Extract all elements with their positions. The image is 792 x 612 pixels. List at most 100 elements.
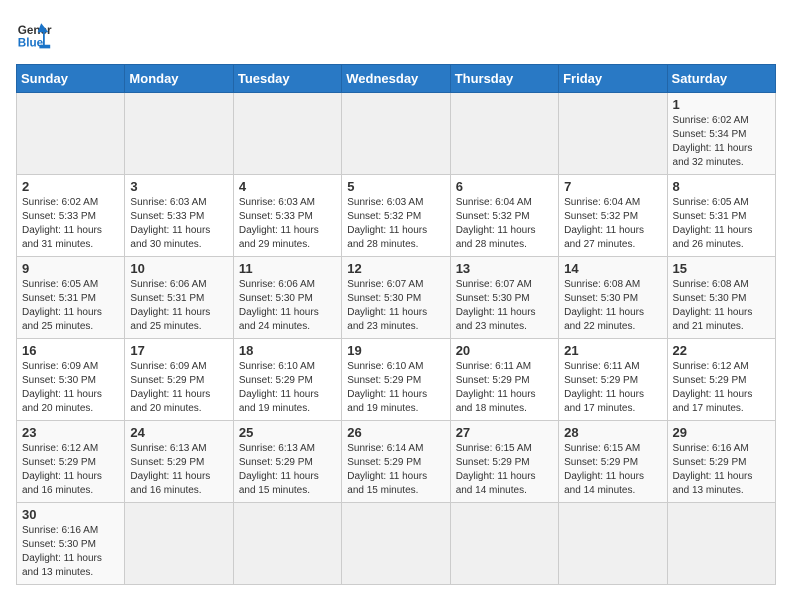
day-info: Sunrise: 6:03 AM Sunset: 5:32 PM Dayligh… [347, 196, 444, 252]
calendar-cell: 14 Sunrise: 6:08 AM Sunset: 5:30 PM Dayli… [559, 257, 667, 339]
weekday-header-sunday: Sunday [17, 65, 125, 93]
day-info: Sunrise: 6:03 AM Sunset: 5:33 PM Dayligh… [130, 196, 227, 252]
day-info: Sunrise: 6:06 AM Sunset: 5:30 PM Dayligh… [239, 278, 336, 334]
day-number: 18 [239, 343, 336, 358]
calendar-cell: 3 Sunrise: 6:03 AM Sunset: 5:33 PM Daylig… [125, 175, 233, 257]
day-info: Sunrise: 6:14 AM Sunset: 5:29 PM Dayligh… [347, 442, 444, 498]
calendar-cell [450, 503, 558, 585]
weekday-header-tuesday: Tuesday [233, 65, 341, 93]
calendar-table: SundayMondayTuesdayWednesdayThursdayFrid… [16, 64, 776, 585]
calendar-cell [667, 503, 775, 585]
day-info: Sunrise: 6:04 AM Sunset: 5:32 PM Dayligh… [456, 196, 553, 252]
calendar-cell [450, 93, 558, 175]
day-number: 29 [673, 425, 770, 440]
day-info: Sunrise: 6:07 AM Sunset: 5:30 PM Dayligh… [456, 278, 553, 334]
day-info: Sunrise: 6:13 AM Sunset: 5:29 PM Dayligh… [130, 442, 227, 498]
day-number: 17 [130, 343, 227, 358]
day-number: 25 [239, 425, 336, 440]
day-info: Sunrise: 6:12 AM Sunset: 5:29 PM Dayligh… [22, 442, 119, 498]
day-number: 12 [347, 261, 444, 276]
day-info: Sunrise: 6:15 AM Sunset: 5:29 PM Dayligh… [456, 442, 553, 498]
calendar-cell [125, 93, 233, 175]
day-number: 15 [673, 261, 770, 276]
weekday-header-friday: Friday [559, 65, 667, 93]
calendar-cell: 25 Sunrise: 6:13 AM Sunset: 5:29 PM Dayli… [233, 421, 341, 503]
day-info: Sunrise: 6:05 AM Sunset: 5:31 PM Dayligh… [22, 278, 119, 334]
day-number: 28 [564, 425, 661, 440]
calendar-cell [233, 93, 341, 175]
day-info: Sunrise: 6:12 AM Sunset: 5:29 PM Dayligh… [673, 360, 770, 416]
calendar-cell: 16 Sunrise: 6:09 AM Sunset: 5:30 PM Dayli… [17, 339, 125, 421]
day-info: Sunrise: 6:08 AM Sunset: 5:30 PM Dayligh… [673, 278, 770, 334]
calendar-week-row: 1 Sunrise: 6:02 AM Sunset: 5:34 PM Daylig… [17, 93, 776, 175]
calendar-week-row: 2 Sunrise: 6:02 AM Sunset: 5:33 PM Daylig… [17, 175, 776, 257]
calendar-cell: 26 Sunrise: 6:14 AM Sunset: 5:29 PM Dayli… [342, 421, 450, 503]
calendar-cell: 24 Sunrise: 6:13 AM Sunset: 5:29 PM Dayli… [125, 421, 233, 503]
day-number: 6 [456, 179, 553, 194]
calendar-cell: 27 Sunrise: 6:15 AM Sunset: 5:29 PM Dayli… [450, 421, 558, 503]
day-info: Sunrise: 6:05 AM Sunset: 5:31 PM Dayligh… [673, 196, 770, 252]
day-number: 10 [130, 261, 227, 276]
calendar-cell: 22 Sunrise: 6:12 AM Sunset: 5:29 PM Dayli… [667, 339, 775, 421]
day-number: 21 [564, 343, 661, 358]
calendar-cell: 28 Sunrise: 6:15 AM Sunset: 5:29 PM Dayli… [559, 421, 667, 503]
calendar-week-row: 30Sunrise: 6:16 AM Sunset: 5:30 PM Dayli… [17, 503, 776, 585]
day-number: 5 [347, 179, 444, 194]
day-number: 20 [456, 343, 553, 358]
day-info: Sunrise: 6:09 AM Sunset: 5:30 PM Dayligh… [22, 360, 119, 416]
day-number: 8 [673, 179, 770, 194]
calendar-cell: 2 Sunrise: 6:02 AM Sunset: 5:33 PM Daylig… [17, 175, 125, 257]
day-info: Sunrise: 6:09 AM Sunset: 5:29 PM Dayligh… [130, 360, 227, 416]
day-info: Sunrise: 6:02 AM Sunset: 5:34 PM Dayligh… [673, 114, 770, 170]
calendar-cell: 8 Sunrise: 6:05 AM Sunset: 5:31 PM Daylig… [667, 175, 775, 257]
day-number: 3 [130, 179, 227, 194]
weekday-header-thursday: Thursday [450, 65, 558, 93]
day-info: Sunrise: 6:10 AM Sunset: 5:29 PM Dayligh… [347, 360, 444, 416]
day-info: Sunrise: 6:10 AM Sunset: 5:29 PM Dayligh… [239, 360, 336, 416]
day-number: 22 [673, 343, 770, 358]
calendar-cell [17, 93, 125, 175]
calendar-cell: 1 Sunrise: 6:02 AM Sunset: 5:34 PM Daylig… [667, 93, 775, 175]
calendar-cell: 15 Sunrise: 6:08 AM Sunset: 5:30 PM Dayli… [667, 257, 775, 339]
day-info: Sunrise: 6:15 AM Sunset: 5:29 PM Dayligh… [564, 442, 661, 498]
day-info: Sunrise: 6:02 AM Sunset: 5:33 PM Dayligh… [22, 196, 119, 252]
calendar-cell [233, 503, 341, 585]
weekday-header-row: SundayMondayTuesdayWednesdayThursdayFrid… [17, 65, 776, 93]
calendar-cell: 11 Sunrise: 6:06 AM Sunset: 5:30 PM Dayli… [233, 257, 341, 339]
calendar-week-row: 9 Sunrise: 6:05 AM Sunset: 5:31 PM Daylig… [17, 257, 776, 339]
calendar-cell: 5 Sunrise: 6:03 AM Sunset: 5:32 PM Daylig… [342, 175, 450, 257]
day-number: 24 [130, 425, 227, 440]
day-number: 23 [22, 425, 119, 440]
day-number: 2 [22, 179, 119, 194]
calendar-cell: 23 Sunrise: 6:12 AM Sunset: 5:29 PM Dayli… [17, 421, 125, 503]
calendar-cell: 21Sunrise: 6:11 AM Sunset: 5:29 PM Dayli… [559, 339, 667, 421]
calendar-cell: 18 Sunrise: 6:10 AM Sunset: 5:29 PM Dayli… [233, 339, 341, 421]
logo-icon: General Blue [16, 16, 52, 52]
day-info: Sunrise: 6:11 AM Sunset: 5:29 PM Dayligh… [456, 360, 553, 416]
day-info: Sunrise: 6:13 AM Sunset: 5:29 PM Dayligh… [239, 442, 336, 498]
day-number: 1 [673, 97, 770, 112]
page-header: General Blue [16, 16, 776, 52]
day-number: 4 [239, 179, 336, 194]
day-info: Sunrise: 6:16 AM Sunset: 5:29 PM Dayligh… [673, 442, 770, 498]
day-number: 19 [347, 343, 444, 358]
calendar-cell: 29 Sunrise: 6:16 AM Sunset: 5:29 PM Dayli… [667, 421, 775, 503]
day-number: 9 [22, 261, 119, 276]
day-number: 13 [456, 261, 553, 276]
calendar-cell [342, 503, 450, 585]
calendar-cell: 6 Sunrise: 6:04 AM Sunset: 5:32 PM Daylig… [450, 175, 558, 257]
calendar-cell: 4Sunrise: 6:03 AM Sunset: 5:33 PM Daylig… [233, 175, 341, 257]
day-number: 27 [456, 425, 553, 440]
calendar-week-row: 23 Sunrise: 6:12 AM Sunset: 5:29 PM Dayli… [17, 421, 776, 503]
day-number: 16 [22, 343, 119, 358]
day-info: Sunrise: 6:07 AM Sunset: 5:30 PM Dayligh… [347, 278, 444, 334]
day-info: Sunrise: 6:08 AM Sunset: 5:30 PM Dayligh… [564, 278, 661, 334]
day-number: 14 [564, 261, 661, 276]
weekday-header-wednesday: Wednesday [342, 65, 450, 93]
day-number: 26 [347, 425, 444, 440]
calendar-week-row: 16 Sunrise: 6:09 AM Sunset: 5:30 PM Dayli… [17, 339, 776, 421]
calendar-cell [559, 93, 667, 175]
day-number: 11 [239, 261, 336, 276]
day-info: Sunrise: 6:16 AM Sunset: 5:30 PM Dayligh… [22, 524, 119, 580]
calendar-cell: 17 Sunrise: 6:09 AM Sunset: 5:29 PM Dayli… [125, 339, 233, 421]
